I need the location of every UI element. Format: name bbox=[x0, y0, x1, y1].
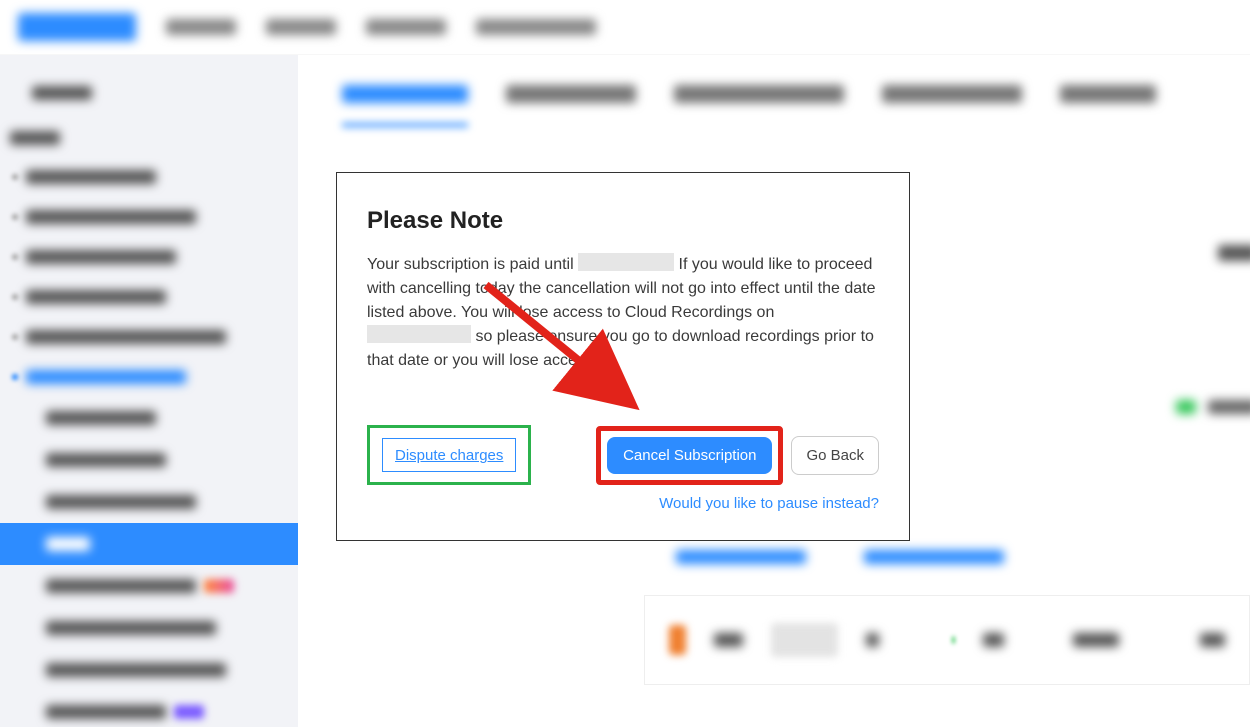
status-dot-icon bbox=[952, 636, 955, 644]
dialog-title: Please Note bbox=[367, 207, 879, 235]
plan-thumbnail bbox=[669, 625, 686, 655]
plan-action[interactable] bbox=[1200, 633, 1225, 647]
plan-status bbox=[983, 633, 1004, 647]
sidebar-subitem[interactable] bbox=[0, 481, 298, 523]
sidebar-item[interactable] bbox=[0, 157, 298, 197]
sidebar-subitem[interactable] bbox=[0, 565, 298, 607]
background-text bbox=[1208, 400, 1250, 414]
nav-item[interactable] bbox=[476, 19, 596, 35]
badge-icon bbox=[204, 579, 234, 593]
redacted-date bbox=[367, 325, 471, 343]
nav-item[interactable] bbox=[266, 19, 336, 35]
go-back-button[interactable]: Go Back bbox=[791, 436, 879, 475]
sidebar-item-account-mgmt[interactable] bbox=[0, 357, 298, 397]
sidebar-item[interactable] bbox=[0, 197, 298, 237]
tab[interactable] bbox=[506, 85, 636, 103]
brand-logo[interactable] bbox=[18, 13, 136, 41]
plan-name bbox=[714, 633, 743, 647]
nav-item[interactable] bbox=[166, 19, 236, 35]
sidebar-subitem-billing[interactable] bbox=[0, 523, 298, 565]
sidebar-subitem[interactable] bbox=[0, 607, 298, 649]
plan-row bbox=[644, 595, 1250, 685]
nav-item[interactable] bbox=[366, 19, 446, 35]
plan-detail-box bbox=[771, 623, 838, 657]
tab-current-plans[interactable] bbox=[342, 85, 468, 103]
cancel-subscription-button[interactable]: Cancel Subscription bbox=[607, 437, 772, 474]
annotation-red-box: Cancel Subscription bbox=[596, 426, 783, 485]
billing-tabs bbox=[342, 85, 1250, 103]
sidebar-item[interactable] bbox=[0, 73, 298, 113]
background-text bbox=[1218, 245, 1250, 261]
tab[interactable] bbox=[674, 85, 844, 103]
background-status bbox=[1176, 400, 1196, 414]
dialog-actions: Dispute charges Cancel Subscription Go B… bbox=[367, 425, 879, 485]
dispute-charges-container: Dispute charges bbox=[382, 438, 516, 472]
active-tab-underline bbox=[342, 123, 468, 127]
sidebar-subitem[interactable] bbox=[0, 691, 298, 727]
background-link[interactable] bbox=[864, 550, 1004, 564]
plan-detail bbox=[866, 633, 879, 647]
top-navbar bbox=[0, 0, 1250, 55]
sidebar-subitem[interactable] bbox=[0, 397, 298, 439]
dialog-body-text: Your subscription is paid until bbox=[367, 256, 578, 273]
dialog-body: Your subscription is paid until If you w… bbox=[367, 253, 879, 373]
sidebar-group-label bbox=[10, 131, 60, 145]
tab[interactable] bbox=[1060, 85, 1156, 103]
sidebar-subitem[interactable] bbox=[0, 439, 298, 481]
sidebar-item[interactable] bbox=[0, 277, 298, 317]
sidebar-item[interactable] bbox=[0, 317, 298, 357]
pause-instead-link[interactable]: Would you like to pause instead? bbox=[367, 495, 879, 512]
dispute-charges-link[interactable]: Dispute charges bbox=[395, 447, 503, 464]
cancel-subscription-dialog: Please Note Your subscription is paid un… bbox=[336, 172, 910, 541]
badge-icon bbox=[174, 705, 204, 719]
sidebar-subitem[interactable] bbox=[0, 649, 298, 691]
sidebar-item[interactable] bbox=[0, 237, 298, 277]
redacted-date bbox=[578, 253, 674, 271]
sidebar bbox=[0, 55, 298, 727]
annotation-green-box: Dispute charges bbox=[367, 425, 531, 485]
tab[interactable] bbox=[882, 85, 1022, 103]
plan-date bbox=[1073, 633, 1119, 647]
background-link[interactable] bbox=[676, 550, 806, 564]
